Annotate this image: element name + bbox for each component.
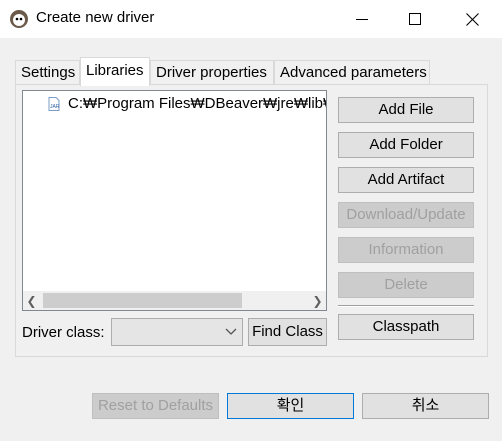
list-item[interactable]: JAR C:₩Program Files₩DBeaver₩jre₩lib₩ti — [47, 95, 327, 112]
svg-text:JAR: JAR — [50, 104, 60, 110]
minimize-button[interactable] — [334, 0, 390, 38]
close-button[interactable] — [444, 0, 500, 38]
scroll-left-icon[interactable]: ❮ — [23, 291, 40, 310]
tab-libraries[interactable]: Libraries — [80, 57, 150, 86]
tab-settings[interactable]: Settings — [15, 60, 80, 85]
library-path: C:₩Program Files₩DBeaver₩jre₩lib₩ti — [68, 95, 327, 112]
title-bar: Create new driver — [0, 0, 502, 38]
cancel-button[interactable]: 취소 — [362, 393, 489, 419]
minimize-icon — [356, 19, 368, 20]
tab-advanced-parameters[interactable]: Advanced parameters — [274, 60, 430, 85]
window-title: Create new driver — [36, 9, 155, 26]
scroll-right-icon[interactable]: ❯ — [309, 291, 326, 310]
reset-to-defaults-button[interactable]: Reset to Defaults — [92, 393, 219, 419]
information-button[interactable]: Information — [338, 237, 474, 263]
library-list[interactable]: JAR C:₩Program Files₩DBeaver₩jre₩lib₩ti … — [22, 90, 327, 311]
chevron-down-icon — [225, 328, 237, 335]
tab-driver-properties[interactable]: Driver properties — [150, 60, 274, 85]
download-update-button[interactable]: Download/Update — [338, 202, 474, 228]
scrollbar-thumb[interactable] — [43, 293, 242, 308]
jar-file-icon: JAR — [48, 96, 60, 111]
find-class-button[interactable]: Find Class — [248, 318, 327, 346]
add-folder-button[interactable]: Add Folder — [338, 132, 474, 158]
maximize-icon — [409, 13, 421, 25]
driver-class-label: Driver class: — [22, 324, 105, 341]
classpath-button[interactable]: Classpath — [338, 314, 474, 340]
separator — [338, 305, 474, 307]
horizontal-scrollbar[interactable]: ❮ ❯ — [23, 291, 326, 310]
add-file-button[interactable]: Add File — [338, 97, 474, 123]
ok-button[interactable]: 확인 — [227, 393, 354, 419]
dbeaver-logo-icon — [10, 10, 28, 28]
driver-class-select[interactable] — [111, 318, 243, 346]
delete-button[interactable]: Delete — [338, 272, 474, 298]
maximize-button[interactable] — [387, 0, 443, 38]
add-artifact-button[interactable]: Add Artifact — [338, 167, 474, 193]
close-icon — [465, 12, 479, 26]
